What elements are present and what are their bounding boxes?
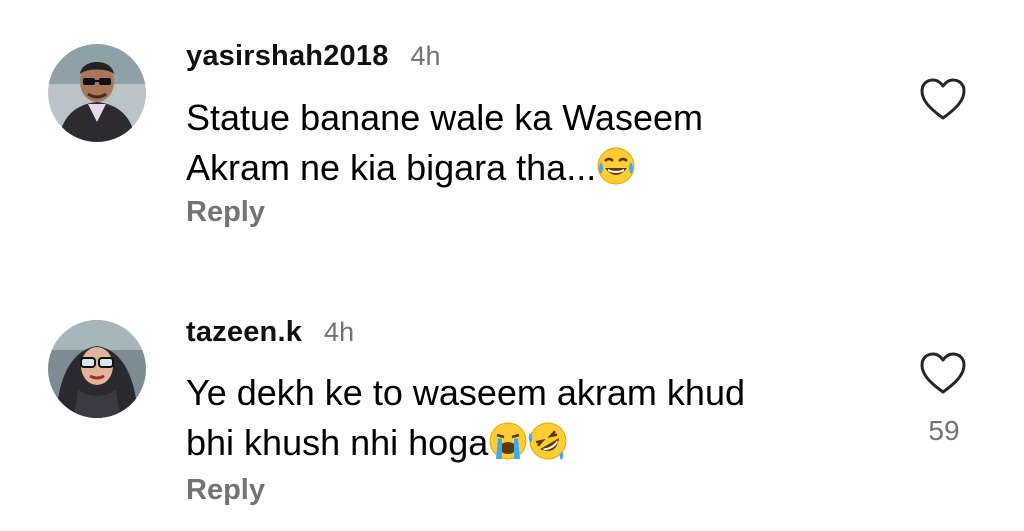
comment-text: Statue banane wale ka Waseem Akram ne ki… [186,93,836,193]
reply-button[interactable]: Reply [186,474,265,507]
username[interactable]: tazeen.k [186,316,302,349]
comment-text-line: Statue banane wale ka Waseem [186,97,703,138]
comment-text-line: Ye dekh ke to waseem akram khud [186,372,745,413]
rolling-on-the-floor-laughing-icon [528,421,568,461]
avatar[interactable] [48,320,146,418]
comment-text-fragment: Akram ne kia bigara tha... [186,147,597,188]
timestamp: 4h [410,41,441,71]
loudly-crying-face-icon [488,421,528,461]
heart-outline-icon[interactable] [919,78,967,122]
comment-text-line: Akram ne kia bigara tha... [186,143,836,193]
comment-item: tazeen.k 4h Ye dekh ke to waseem akram k… [0,270,1024,531]
username[interactable]: yasirshah2018 [186,40,389,73]
avatar[interactable] [48,44,146,142]
comment-header: yasirshah2018 4h [186,40,441,73]
reply-button[interactable]: Reply [186,196,265,229]
heart-outline-icon[interactable] [919,352,967,396]
comment-text-line: bhi khush nhi hoga [186,418,836,468]
comment-text-fragment: bhi khush nhi hoga [186,422,489,463]
timestamp: 4h [324,317,355,347]
like-count: 59 [928,415,960,446]
comment-text: Ye dekh ke to waseem akram khud bhi khus… [186,368,836,468]
face-with-tears-of-joy-icon [596,146,636,186]
comment-item: yasirshah2018 4h Statue banane wale ka W… [0,0,1024,270]
comment-header: tazeen.k 4h [186,316,354,349]
